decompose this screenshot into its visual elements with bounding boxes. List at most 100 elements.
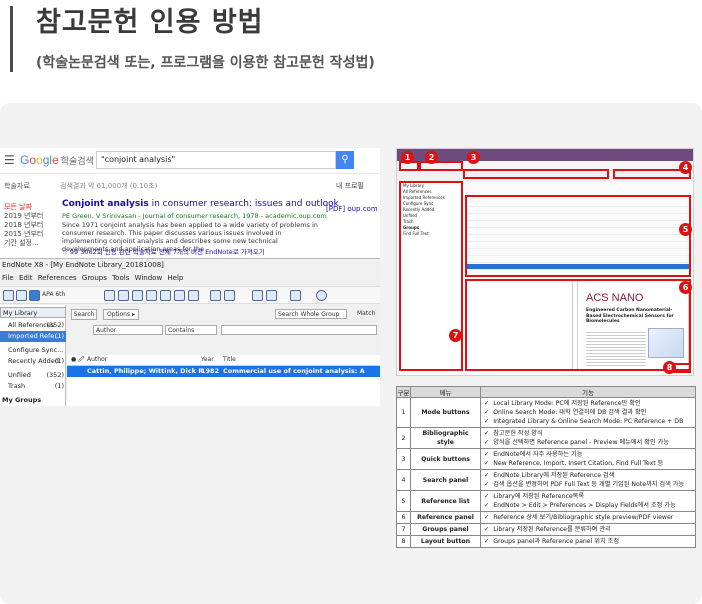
result-count: 검색결과 약 61,000개 (0.10초) — [60, 182, 158, 190]
date-filter: 모든 날짜 2019 년부터 2018 년부터 2015 년부터 기간 설정..… — [4, 203, 43, 248]
row-number: 5 — [396, 490, 411, 512]
local-library-icon[interactable] — [3, 290, 14, 301]
group-unfiled[interactable]: Unfiled (352) — [0, 370, 66, 381]
col-year[interactable]: Year — [201, 356, 214, 363]
col-title[interactable]: Title — [223, 356, 236, 363]
integrated-mode-icon[interactable] — [29, 290, 40, 301]
row-author: Cattin, Philippe; Wittink, Dick R — [87, 367, 204, 375]
check-icon: ✓ — [484, 400, 490, 407]
row-menu: Bibliographic style — [410, 427, 481, 449]
pdf-link[interactable]: [PDF] oup.com — [326, 205, 378, 213]
row-function: ✓ Reference 상세 보기/Bibliographic style pre… — [480, 511, 696, 524]
online-search-icon[interactable] — [16, 290, 27, 301]
menu-icon[interactable]: ☰ — [4, 153, 15, 167]
match-case-checkbox[interactable]: Match — [355, 309, 379, 319]
open-file-icon[interactable] — [188, 290, 199, 301]
share-icon[interactable] — [266, 290, 277, 301]
endnote-window: EndNote X8 - [My EndNote Library_2018100… — [0, 258, 380, 406]
groups-panel: My Library All References (352) Imported … — [0, 305, 66, 406]
date-filter-item[interactable]: 기간 설정... — [4, 239, 43, 248]
style-select[interactable]: APA 6th — [42, 291, 65, 298]
reference-area: Search Options ▸ Search Whole Group Matc… — [67, 305, 380, 406]
export-icon[interactable] — [146, 290, 157, 301]
open-link-icon[interactable] — [174, 290, 185, 301]
menu-edit[interactable]: Edit — [19, 274, 33, 282]
operator-select[interactable]: Contains — [165, 325, 217, 335]
col-function: 기능 — [480, 386, 696, 398]
my-library-header[interactable]: My Library — [0, 307, 66, 318]
row-function: ✓ Library 저장된 Reference를 분류하여 관리 — [480, 523, 696, 536]
annotation-box-7 — [399, 181, 463, 371]
group-recently-added[interactable]: Recently Added (1) — [0, 356, 66, 367]
date-filter-item[interactable]: 2018 년부터 — [4, 221, 43, 230]
col-author[interactable]: Author — [87, 356, 107, 363]
result-title[interactable]: Conjoint analysis in consumer research: … — [62, 199, 339, 209]
row-year: 1982 — [201, 367, 220, 375]
search-button[interactable]: ⚲ — [336, 151, 354, 169]
search-input[interactable]: "conjoint analysis" — [96, 151, 336, 169]
row-number: 4 — [396, 469, 411, 491]
date-filter-item[interactable]: 2019 년부터 — [4, 212, 43, 221]
help-icon[interactable] — [316, 290, 327, 301]
badge-5: 5 — [679, 223, 692, 236]
import-icon[interactable] — [132, 290, 143, 301]
table-row: 8 Layout button ✓ Groups panel과 Reference… — [396, 535, 696, 548]
menu-references[interactable]: References — [38, 274, 77, 282]
table-row: 5 Reference list ✓ Library에 저장된 Reference… — [396, 490, 696, 512]
endnote-layout-screenshot: My Library All References Imported Refer… — [396, 148, 694, 376]
menu-window[interactable]: Window — [135, 274, 163, 282]
format-bibliography-icon[interactable] — [224, 290, 235, 301]
row-menu: Quick buttons — [410, 448, 481, 470]
badge-3: 3 — [467, 151, 480, 164]
check-icon: ✓ — [484, 526, 490, 533]
check-icon: ✓ — [484, 502, 490, 509]
header: 참고문헌 인용 방법 (학술논문검색 또는, 프로그램을 이용한 참고문헌 작성… — [0, 0, 702, 100]
toolbar: APA 6th — [0, 286, 380, 304]
new-reference-icon[interactable] — [104, 290, 115, 301]
group-all-references[interactable]: All References (352) — [0, 320, 66, 331]
search-term-input[interactable] — [221, 325, 377, 335]
date-filter-item[interactable]: 모든 날짜 — [4, 203, 43, 212]
result-links[interactable]: ☆ 99 3062회 인용 관련 학술자료 전체 7개의 버전 EndNote로… — [62, 246, 265, 256]
sync-icon[interactable] — [252, 290, 263, 301]
row-function: ✓ 참고문헌 작성 양식 ✓ 양식을 선택하면 Reference panel - … — [480, 427, 696, 449]
options-button[interactable]: Options ▸ — [103, 309, 139, 320]
search-tool-icon[interactable] — [290, 290, 301, 301]
menu-tools[interactable]: Tools — [112, 274, 129, 282]
group-configure-sync[interactable]: Configure Sync... — [0, 345, 66, 356]
result-authors: PE Green, V Srinivasan - Journal of cons… — [62, 212, 327, 220]
search-scope-select[interactable]: Search Whole Group — [275, 309, 347, 319]
badge-2: 2 — [425, 151, 438, 164]
search-panel-button[interactable]: Search — [71, 309, 97, 320]
row-number: 3 — [396, 448, 411, 470]
table-row: 1 Mode buttons ✓ Local Library Mode: PC에 … — [396, 397, 696, 428]
my-profile-link[interactable]: 내 프로필 — [336, 181, 364, 191]
menu-help[interactable]: Help — [167, 274, 183, 282]
my-groups-header[interactable]: My Groups — [0, 395, 66, 406]
menu-groups[interactable]: Groups — [82, 274, 107, 282]
row-menu: Reference list — [410, 490, 481, 512]
row-function: ✓ EndNote에서 자주 사용하는 기능 ✓ New Reference, Im… — [480, 448, 696, 470]
table-row: 2 Bibliographic style ✓ 참고문헌 작성 양식 ✓ 양식을 선… — [396, 427, 696, 449]
insert-citation-icon[interactable] — [210, 290, 221, 301]
reference-row[interactable]: Cattin, Philippe; Wittink, Dick R 1982 C… — [67, 366, 380, 386]
accent-bar — [10, 6, 13, 72]
online-search-tool-icon[interactable] — [118, 290, 129, 301]
scholar-logo[interactable]: Google 학술검색 — [20, 153, 94, 167]
window-title: EndNote X8 - [My EndNote Library_2018100… — [2, 261, 164, 269]
check-icon: ✓ — [484, 514, 490, 521]
date-filter-item[interactable]: 2015 년부터 — [4, 230, 43, 239]
check-icon: ✓ — [484, 418, 490, 425]
table-row: 4 Search panel ✓ EndNote Library에 저장된 Ref… — [396, 469, 696, 491]
check-icon: ✓ — [484, 451, 490, 458]
group-trash[interactable]: Trash (1) — [0, 381, 66, 392]
row-number: 1 — [396, 397, 411, 428]
annotation-box-2 — [419, 161, 463, 171]
row-function: ✓ Library에 저장된 Reference목록 ✓ EndNote > Edi… — [480, 490, 696, 512]
field-select[interactable]: Author — [93, 325, 163, 335]
feature-table: 구분 메뉴 기능 1 Mode buttons ✓ Local Library M… — [396, 386, 696, 548]
find-full-text-icon[interactable] — [160, 290, 171, 301]
scholar-header: ☰ Google 학술검색 "conjoint analysis" ⚲ — [0, 148, 380, 174]
group-imported[interactable]: Imported Refe... (1) — [0, 331, 66, 342]
menu-file[interactable]: File — [2, 274, 14, 282]
